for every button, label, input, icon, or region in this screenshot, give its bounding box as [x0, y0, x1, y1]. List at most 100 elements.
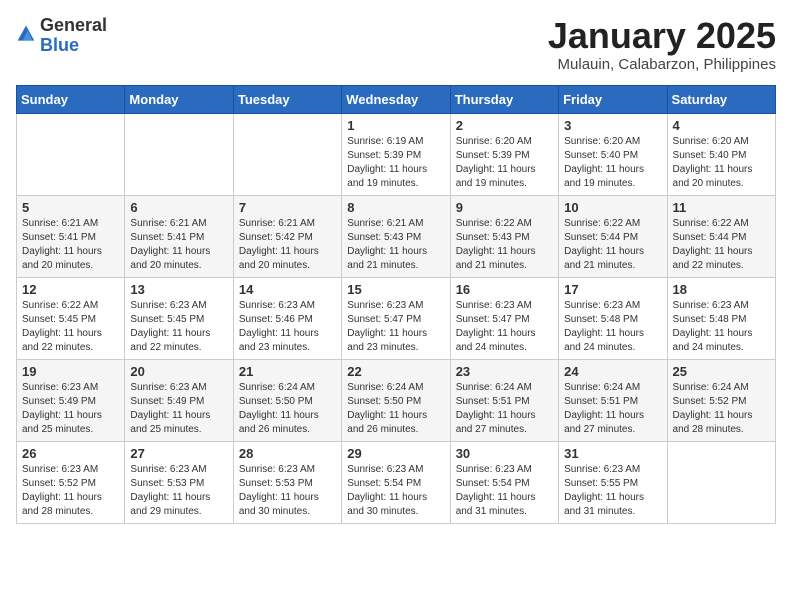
weekday-header-friday: Friday — [559, 85, 667, 113]
day-info: Sunrise: 6:24 AM Sunset: 5:51 PM Dayligh… — [456, 381, 553, 437]
logo: General Blue — [16, 16, 107, 56]
day-info: Sunrise: 6:23 AM Sunset: 5:54 PM Dayligh… — [347, 463, 444, 519]
day-info: Sunrise: 6:24 AM Sunset: 5:52 PM Dayligh… — [673, 381, 770, 437]
day-info: Sunrise: 6:20 AM Sunset: 5:40 PM Dayligh… — [673, 135, 770, 191]
day-info: Sunrise: 6:23 AM Sunset: 5:52 PM Dayligh… — [22, 463, 119, 519]
day-cell: 29 Sunrise: 6:23 AM Sunset: 5:54 PM Dayli… — [342, 441, 450, 523]
day-cell: 17 Sunrise: 6:23 AM Sunset: 5:48 PM Dayli… — [559, 277, 667, 359]
title-block: January 2025 Mulauin, Calabarzon, Philip… — [548, 16, 776, 73]
day-number: 3 — [564, 118, 661, 133]
day-info: Sunrise: 6:23 AM Sunset: 5:46 PM Dayligh… — [239, 299, 336, 355]
day-cell: 4Sunrise: 6:20 AM Sunset: 5:40 PM Daylig… — [667, 113, 775, 195]
week-row-3: 12 Sunrise: 6:22 AM Sunset: 5:45 PM Dayli… — [17, 277, 776, 359]
day-number: 5 — [22, 200, 119, 215]
day-number: 19 — [22, 364, 119, 379]
day-number: 2 — [456, 118, 553, 133]
day-cell: 2 Sunrise: 6:20 AM Sunset: 5:39 PM Daylig… — [450, 113, 558, 195]
day-cell: 22Sunrise: 6:24 AM Sunset: 5:50 PM Dayli… — [342, 359, 450, 441]
day-cell: 8 Sunrise: 6:21 AM Sunset: 5:43 PM Daylig… — [342, 195, 450, 277]
day-cell — [667, 441, 775, 523]
day-number: 27 — [130, 446, 227, 461]
day-cell: 21 Sunrise: 6:24 AM Sunset: 5:50 PM Dayli… — [233, 359, 341, 441]
day-cell: 6 Sunrise: 6:21 AM Sunset: 5:41 PM Daylig… — [125, 195, 233, 277]
weekday-header-saturday: Saturday — [667, 85, 775, 113]
day-number: 18 — [673, 282, 770, 297]
day-cell: 13Sunrise: 6:23 AM Sunset: 5:45 PM Dayli… — [125, 277, 233, 359]
day-info: Sunrise: 6:23 AM Sunset: 5:47 PM Dayligh… — [347, 299, 444, 355]
day-info: Sunrise: 6:22 AM Sunset: 5:44 PM Dayligh… — [673, 217, 770, 273]
day-info: Sunrise: 6:23 AM Sunset: 5:55 PM Dayligh… — [564, 463, 661, 519]
day-info: Sunrise: 6:19 AM Sunset: 5:39 PM Dayligh… — [347, 135, 444, 191]
day-cell — [233, 113, 341, 195]
day-info: Sunrise: 6:23 AM Sunset: 5:53 PM Dayligh… — [130, 463, 227, 519]
day-number: 10 — [564, 200, 661, 215]
day-number: 12 — [22, 282, 119, 297]
day-number: 28 — [239, 446, 336, 461]
day-info: Sunrise: 6:22 AM Sunset: 5:44 PM Dayligh… — [564, 217, 661, 273]
day-number: 7 — [239, 200, 336, 215]
weekday-header-wednesday: Wednesday — [342, 85, 450, 113]
day-info: Sunrise: 6:20 AM Sunset: 5:40 PM Dayligh… — [564, 135, 661, 191]
day-cell: 15Sunrise: 6:23 AM Sunset: 5:47 PM Dayli… — [342, 277, 450, 359]
day-info: Sunrise: 6:23 AM Sunset: 5:54 PM Dayligh… — [456, 463, 553, 519]
day-info: Sunrise: 6:21 AM Sunset: 5:43 PM Dayligh… — [347, 217, 444, 273]
day-cell: 27 Sunrise: 6:23 AM Sunset: 5:53 PM Dayli… — [125, 441, 233, 523]
day-number: 8 — [347, 200, 444, 215]
day-number: 9 — [456, 200, 553, 215]
day-cell: 5 Sunrise: 6:21 AM Sunset: 5:41 PM Daylig… — [17, 195, 125, 277]
day-info: Sunrise: 6:24 AM Sunset: 5:50 PM Dayligh… — [239, 381, 336, 437]
day-number: 17 — [564, 282, 661, 297]
weekday-header-monday: Monday — [125, 85, 233, 113]
day-cell: 18 Sunrise: 6:23 AM Sunset: 5:48 PM Dayli… — [667, 277, 775, 359]
day-info: Sunrise: 6:23 AM Sunset: 5:48 PM Dayligh… — [564, 299, 661, 355]
day-info: Sunrise: 6:23 AM Sunset: 5:49 PM Dayligh… — [130, 381, 227, 437]
day-cell — [17, 113, 125, 195]
day-info: Sunrise: 6:23 AM Sunset: 5:48 PM Dayligh… — [673, 299, 770, 355]
day-info: Sunrise: 6:23 AM Sunset: 5:49 PM Dayligh… — [22, 381, 119, 437]
day-number: 26 — [22, 446, 119, 461]
day-cell: 28 Sunrise: 6:23 AM Sunset: 5:53 PM Dayli… — [233, 441, 341, 523]
weekday-header-row: SundayMondayTuesdayWednesdayThursdayFrid… — [17, 85, 776, 113]
weekday-header-tuesday: Tuesday — [233, 85, 341, 113]
day-number: 23 — [456, 364, 553, 379]
day-cell: 1 Sunrise: 6:19 AM Sunset: 5:39 PM Daylig… — [342, 113, 450, 195]
day-info: Sunrise: 6:21 AM Sunset: 5:41 PM Dayligh… — [130, 217, 227, 273]
day-number: 1 — [347, 118, 444, 133]
day-cell: 14 Sunrise: 6:23 AM Sunset: 5:46 PM Dayli… — [233, 277, 341, 359]
day-number: 29 — [347, 446, 444, 461]
day-info: Sunrise: 6:21 AM Sunset: 5:41 PM Dayligh… — [22, 217, 119, 273]
day-info: Sunrise: 6:22 AM Sunset: 5:45 PM Dayligh… — [22, 299, 119, 355]
day-info: Sunrise: 6:24 AM Sunset: 5:51 PM Dayligh… — [564, 381, 661, 437]
day-number: 22 — [347, 364, 444, 379]
day-number: 31 — [564, 446, 661, 461]
week-row-1: 1 Sunrise: 6:19 AM Sunset: 5:39 PM Daylig… — [17, 113, 776, 195]
day-cell: 26 Sunrise: 6:23 AM Sunset: 5:52 PM Dayli… — [17, 441, 125, 523]
day-number: 14 — [239, 282, 336, 297]
day-cell: 24 Sunrise: 6:24 AM Sunset: 5:51 PM Dayli… — [559, 359, 667, 441]
day-number: 24 — [564, 364, 661, 379]
day-number: 13 — [130, 282, 227, 297]
logo-text-general: General — [40, 15, 107, 35]
day-number: 20 — [130, 364, 227, 379]
day-info: Sunrise: 6:23 AM Sunset: 5:53 PM Dayligh… — [239, 463, 336, 519]
day-info: Sunrise: 6:22 AM Sunset: 5:43 PM Dayligh… — [456, 217, 553, 273]
day-number: 16 — [456, 282, 553, 297]
day-cell: 25 Sunrise: 6:24 AM Sunset: 5:52 PM Dayli… — [667, 359, 775, 441]
location-subtitle: Mulauin, Calabarzon, Philippines — [548, 56, 776, 73]
day-number: 30 — [456, 446, 553, 461]
day-cell: 10 Sunrise: 6:22 AM Sunset: 5:44 PM Dayli… — [559, 195, 667, 277]
day-number: 21 — [239, 364, 336, 379]
logo-text-blue: Blue — [40, 35, 79, 55]
day-cell: 9 Sunrise: 6:22 AM Sunset: 5:43 PM Daylig… — [450, 195, 558, 277]
day-info: Sunrise: 6:21 AM Sunset: 5:42 PM Dayligh… — [239, 217, 336, 273]
calendar-table: SundayMondayTuesdayWednesdayThursdayFrid… — [16, 85, 776, 524]
day-cell: 30 Sunrise: 6:23 AM Sunset: 5:54 PM Dayli… — [450, 441, 558, 523]
logo-icon — [16, 24, 36, 44]
day-number: 6 — [130, 200, 227, 215]
day-cell: 31 Sunrise: 6:23 AM Sunset: 5:55 PM Dayli… — [559, 441, 667, 523]
day-info: Sunrise: 6:23 AM Sunset: 5:47 PM Dayligh… — [456, 299, 553, 355]
day-info: Sunrise: 6:20 AM Sunset: 5:39 PM Dayligh… — [456, 135, 553, 191]
day-number: 11 — [673, 200, 770, 215]
day-cell: 19 Sunrise: 6:23 AM Sunset: 5:49 PM Dayli… — [17, 359, 125, 441]
day-number: 25 — [673, 364, 770, 379]
